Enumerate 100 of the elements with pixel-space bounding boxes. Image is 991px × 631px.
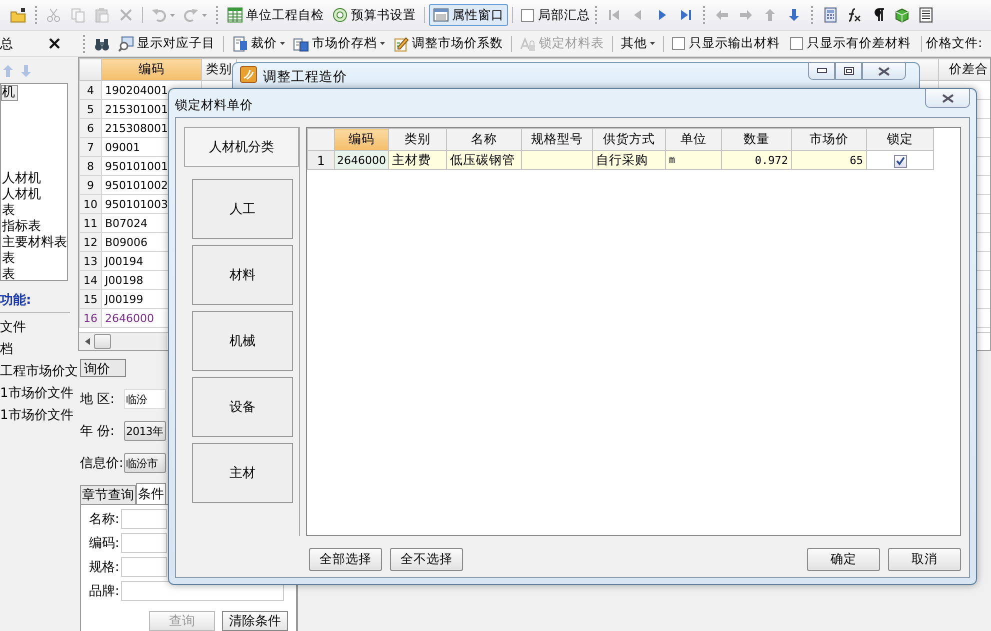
row-number: 5: [80, 100, 102, 118]
tree-item[interactable]: 表: [1, 203, 18, 219]
toolbar-button[interactable]: 其他: [617, 32, 659, 54]
window-icon: [433, 7, 449, 23]
field-label: 地 区:: [80, 391, 116, 408]
row-number: 12: [80, 232, 102, 252]
column-header[interactable]: 数量: [722, 128, 792, 150]
button[interactable]: 清除条件: [222, 611, 288, 631]
column-header[interactable]: 市场价: [792, 128, 866, 150]
minimize-button[interactable]: [808, 62, 835, 80]
input-field[interactable]: [121, 557, 167, 577]
function-item[interactable]: 档: [0, 341, 13, 358]
row-number: 10: [80, 194, 102, 214]
column-header[interactable]: 编码: [102, 58, 202, 80]
column-header[interactable]: 名称: [446, 128, 522, 150]
gear-icon: [332, 7, 348, 23]
column-header[interactable]: 类别: [388, 128, 446, 150]
checkbox[interactable]: [790, 37, 803, 50]
monitor-icon: [118, 36, 134, 52]
field-label: 规格:: [89, 559, 120, 576]
first-record-icon: [606, 7, 622, 23]
input-field[interactable]: [121, 509, 167, 529]
column-header[interactable]: 价差合: [938, 58, 990, 80]
category-button[interactable]: 材料: [192, 245, 293, 305]
calculator-icon: [822, 7, 838, 23]
button[interactable]: 确定: [807, 548, 880, 571]
function-item[interactable]: 1市场价文件: [0, 407, 74, 424]
section-heading: 功能:: [0, 291, 70, 313]
tab[interactable]: 询价: [80, 359, 126, 377]
field-label: 价格文件:: [926, 35, 982, 52]
row-number: 1: [308, 150, 334, 170]
column-header[interactable]: 规格型号: [522, 128, 592, 150]
row-number: 11: [80, 214, 102, 232]
undo-icon: [151, 7, 167, 23]
column-header[interactable]: 单位: [666, 128, 722, 150]
left-arrow-icon[interactable]: [85, 338, 90, 345]
button[interactable]: 取消: [888, 548, 961, 571]
maximize-button[interactable]: [835, 62, 862, 80]
function-item[interactable]: 1市场价文件: [0, 385, 74, 402]
region-field[interactable]: 临汾: [124, 389, 166, 409]
close-button[interactable]: [925, 89, 970, 108]
function-icon: [846, 7, 862, 23]
tree-item[interactable]: 人材机: [1, 187, 44, 203]
column-header[interactable]: 供货方式: [592, 128, 666, 150]
category-button[interactable]: 设备: [192, 377, 293, 437]
table-cell: 0.972: [722, 150, 792, 170]
table-cell: 低压碳钢管: [446, 150, 522, 170]
close-button[interactable]: [862, 62, 906, 80]
column-header[interactable]: 锁定: [866, 128, 934, 150]
paste-icon: [94, 7, 110, 23]
tree-item[interactable]: 表: [1, 251, 18, 267]
button[interactable]: 全部选择: [309, 548, 382, 571]
tree-item[interactable]: 指标表: [1, 219, 44, 235]
toolbar-button[interactable]: 预算书设置: [328, 4, 420, 26]
tab[interactable]: 条件: [136, 483, 166, 504]
document-icon: [232, 36, 248, 52]
checkbox[interactable]: [521, 8, 534, 22]
year-dropdown[interactable]: 2013年: [124, 421, 166, 441]
tree-item[interactable]: 表: [1, 267, 18, 283]
tab[interactable]: 章节查询: [80, 485, 136, 504]
minimize-icon[interactable]: [816, 68, 826, 74]
panel-header: 人材机分类: [184, 127, 299, 167]
maximize-icon[interactable]: [844, 67, 854, 75]
table-cell: 2646000: [334, 150, 388, 170]
row-number: 14: [80, 270, 102, 290]
checkbox[interactable]: [672, 37, 685, 50]
input-field[interactable]: [121, 533, 167, 553]
category-button[interactable]: 机械: [192, 311, 293, 371]
close-icon[interactable]: [942, 94, 954, 102]
tree-item[interactable]: 人材机: [1, 171, 44, 187]
toolbar-button[interactable]: 市场价存档: [289, 32, 389, 54]
row-number: 9: [80, 176, 102, 194]
caret-icon: [170, 14, 175, 16]
toolbar-button[interactable]: 单位工程自检: [223, 4, 328, 26]
column-header[interactable]: 编码: [334, 128, 388, 150]
last-record-icon: [678, 7, 694, 23]
app-icon: [240, 66, 257, 83]
scissors-icon: [46, 7, 62, 23]
toolbar-button[interactable]: 调整市场价系数: [389, 32, 507, 54]
tree-item[interactable]: 机: [1, 85, 18, 101]
toolbar-button[interactable]: 显示对应子目: [114, 32, 219, 54]
tree-item[interactable]: 主要材料表: [1, 235, 70, 251]
delete-icon: [118, 7, 134, 23]
button[interactable]: 全不选择: [390, 548, 463, 571]
category-button[interactable]: 人工: [192, 179, 293, 239]
cube-icon: [894, 7, 910, 23]
checkbox[interactable]: [894, 154, 906, 168]
info-price-dropdown[interactable]: 临汾市: [124, 453, 166, 473]
function-item[interactable]: 工程市场价文: [0, 363, 78, 380]
checkbox-label: 局部汇总: [538, 6, 590, 24]
horizontal-scrollbar[interactable]: [79, 333, 167, 350]
toolbar-button[interactable]: 裁价: [228, 32, 289, 54]
table-cell: 自行采购: [592, 150, 666, 170]
field-label: 名称:: [89, 511, 120, 528]
category-button[interactable]: 主材: [192, 443, 293, 503]
row-number: 13: [80, 252, 102, 270]
toolbar-button[interactable]: 属性窗口: [429, 4, 508, 26]
function-item[interactable]: 文件: [0, 319, 26, 336]
close-icon[interactable]: [878, 66, 890, 76]
close-icon[interactable]: [47, 36, 62, 51]
